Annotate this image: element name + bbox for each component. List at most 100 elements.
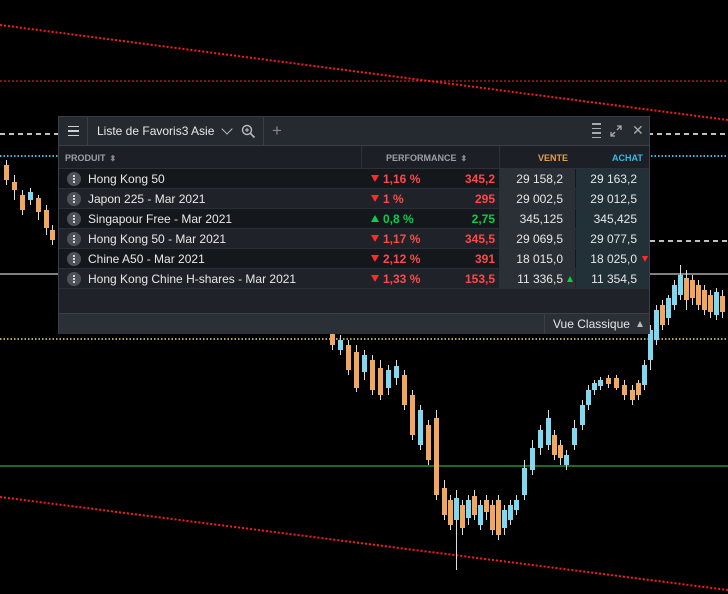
candle-body	[386, 370, 391, 388]
candle-body	[478, 505, 483, 525]
sell-price[interactable]: 11 336,5	[517, 272, 563, 286]
direction-arrow-icon	[371, 195, 379, 202]
sell-price[interactable]: 29 158,2	[516, 172, 563, 186]
product-name[interactable]: Chine A50 - Mar 2021	[88, 252, 205, 266]
more-options-icon[interactable]	[67, 272, 81, 286]
zoom-icon[interactable]	[241, 124, 256, 139]
sell-price[interactable]: 29 002,5	[516, 192, 563, 206]
candle-body	[546, 418, 551, 445]
candle-body	[448, 500, 453, 525]
change-value: 345,5	[464, 232, 495, 246]
direction-arrow-icon	[371, 175, 379, 182]
sell-price[interactable]: 29 069,5	[516, 232, 563, 246]
change-value: 2,75	[471, 212, 495, 226]
candle-body	[530, 448, 535, 470]
product-name[interactable]: Hong Kong 50 - Mar 2021	[88, 232, 226, 246]
more-options-icon[interactable]	[67, 252, 81, 266]
change-value: 153,5	[464, 272, 495, 286]
more-options-icon[interactable]	[67, 192, 81, 206]
candle-body	[36, 198, 41, 212]
candle-body	[580, 405, 585, 425]
more-options-icon[interactable]	[67, 232, 81, 246]
candle-body	[660, 305, 665, 325]
widget-footer: Vue Classique	[59, 313, 649, 334]
direction-arrow-icon	[371, 235, 379, 242]
candle-body	[708, 295, 713, 312]
sort-icon: ⬍	[460, 154, 468, 163]
buy-price[interactable]: 345,425	[594, 212, 637, 226]
candle-body	[346, 345, 351, 370]
candle-body	[466, 500, 471, 518]
header-performance[interactable]: PERFORMANCE ⬍	[386, 153, 467, 163]
table-header: PRODUIT ⬍ PERFORMANCE ⬍ VENTE ACHAT	[59, 146, 649, 169]
table-row[interactable]: Chine A50 - Mar 2021 2,12 % 391 18 015,0…	[59, 249, 649, 269]
upper-trend-line	[0, 24, 728, 121]
candle-body	[552, 435, 557, 455]
header-achat[interactable]: ACHAT	[612, 153, 643, 163]
watchlist-title[interactable]: Liste de Favoris3 Asie	[97, 124, 214, 138]
table-row[interactable]: Japon 225 - Mar 2021 1 % 295 29 002,5 29…	[59, 189, 649, 209]
product-name[interactable]: Hong Kong Chine H-shares - Mar 2021	[88, 272, 296, 286]
candle-body	[642, 365, 647, 385]
sort-icon: ⬍	[109, 154, 117, 163]
view-selector-button[interactable]: Vue Classique	[544, 314, 650, 334]
product-name[interactable]: Singapour Free - Mar 2021	[88, 212, 232, 226]
candle-body	[572, 428, 577, 445]
candle-body	[678, 275, 683, 295]
more-options-icon[interactable]	[67, 172, 81, 186]
candle-body	[614, 378, 619, 388]
candle-body	[672, 285, 677, 305]
header-product[interactable]: PRODUIT ⬍	[65, 153, 116, 163]
product-name[interactable]: Hong Kong 50	[88, 172, 165, 186]
candle-body	[378, 368, 383, 395]
buy-price[interactable]: 29 077,5	[590, 232, 637, 246]
change-value: 295	[474, 192, 495, 206]
sell-price[interactable]: 345,125	[520, 212, 563, 226]
drag-handle-icon[interactable]	[592, 120, 601, 142]
table-row[interactable]: Hong Kong Chine H-shares - Mar 2021 1,33…	[59, 269, 649, 289]
buy-price[interactable]: 29 163,2	[590, 172, 637, 186]
buy-price[interactable]: 29 012,5	[590, 192, 637, 206]
candle-body	[28, 192, 33, 200]
candle-body	[586, 390, 591, 405]
add-icon[interactable]: +	[272, 122, 282, 139]
header-vente[interactable]: VENTE	[538, 153, 568, 163]
candle-body	[514, 500, 519, 510]
more-options-icon[interactable]	[67, 212, 81, 226]
sell-price[interactable]: 18 015,0	[516, 252, 563, 266]
table-row[interactable]: Hong Kong 50 - Mar 2021 1,17 % 345,5 29 …	[59, 229, 649, 249]
candle-body	[418, 410, 423, 445]
table-row[interactable]: Singapour Free - Mar 2021 0,8 % 2,75 345…	[59, 209, 649, 229]
candle-body	[50, 230, 55, 240]
close-icon[interactable]: ✕	[632, 123, 644, 137]
widget-header: Liste de Favoris3 Asie + ✕	[59, 117, 649, 146]
product-name[interactable]: Japon 225 - Mar 2021	[88, 192, 205, 206]
candle-body	[648, 330, 653, 360]
performance-value: 1,33 %	[383, 272, 421, 286]
performance-value: 1,16 %	[383, 172, 421, 186]
chevron-down-icon[interactable]	[221, 123, 233, 135]
candle-body	[714, 292, 719, 315]
table-row[interactable]: Hong Kong 50 1,16 % 345,2 29 158,2 29 16…	[59, 169, 649, 189]
header-divider	[263, 117, 264, 145]
candle-body	[442, 488, 447, 515]
candle-body	[598, 380, 603, 386]
performance-value: 2,12 %	[383, 252, 421, 266]
lower-trend-line	[0, 496, 728, 591]
direction-arrow-icon	[371, 255, 379, 262]
expand-icon[interactable]	[610, 125, 622, 137]
candle-body	[484, 500, 489, 512]
watchlist-widget: Liste de Favoris3 Asie + ✕ PRODUIT ⬍ PERF…	[58, 116, 650, 334]
candle-body	[12, 182, 17, 190]
candle-body	[496, 500, 501, 535]
candle-body	[472, 496, 477, 515]
candle-body	[402, 375, 407, 405]
hamburger-icon[interactable]	[59, 117, 88, 145]
candle-body	[622, 385, 627, 395]
buy-price[interactable]: 11 354,5	[591, 272, 637, 286]
buy-price[interactable]: 18 025,0	[590, 252, 637, 266]
candle-body	[20, 195, 25, 210]
candle-body	[354, 352, 359, 388]
candle-body	[460, 505, 465, 528]
candle-body	[702, 290, 707, 310]
